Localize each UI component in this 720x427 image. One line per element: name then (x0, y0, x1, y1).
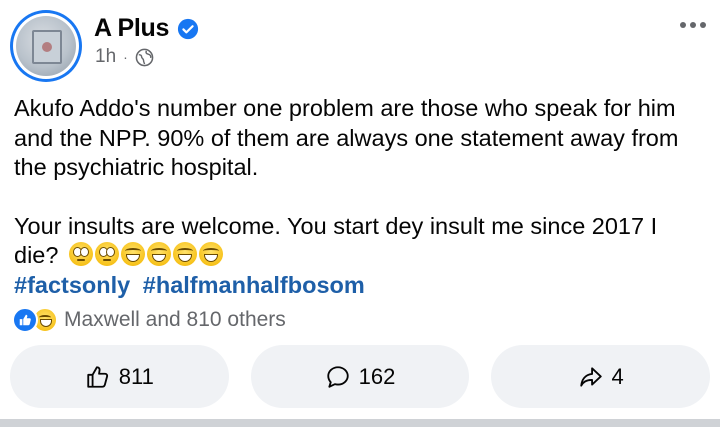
feed-divider (0, 419, 720, 427)
more-options-icon[interactable] (680, 22, 706, 28)
reactions-summary[interactable]: Maxwell and 810 others (12, 307, 286, 333)
emoji-row (68, 242, 223, 266)
post-meta: 1h · (95, 46, 154, 68)
comment-icon (326, 365, 349, 388)
globe-icon (135, 48, 154, 66)
grinning-squint-emoji-icon (172, 242, 197, 266)
post-line-with-emojis: die? (14, 241, 714, 271)
post-line: and the NPP. 90% of them are always one … (14, 124, 679, 151)
facebook-post: A Plus 1h · Akufo Addo's number one prob… (0, 0, 720, 427)
post-time[interactable]: 1h (95, 46, 116, 68)
like-reaction-icon (12, 307, 38, 333)
thumbs-up-icon (87, 365, 108, 388)
eye-roll-emoji-icon (94, 242, 119, 266)
post-line: Akufo Addo's number one problem are thos… (14, 95, 676, 121)
hashtag-link[interactable]: #halfmanhalfbosom (143, 272, 365, 298)
share-button[interactable]: 4 (491, 345, 711, 408)
share-icon (579, 366, 602, 387)
author-name[interactable]: A Plus (94, 14, 169, 43)
hashtags: #factsonly #halfmanhalfbosom (14, 271, 714, 301)
author-avatar[interactable] (10, 10, 82, 82)
post-line: the psychiatric hospital. (14, 154, 259, 180)
post-body: Akufo Addo's number one problem are thos… (14, 94, 714, 300)
meta-separator: · (123, 49, 128, 65)
like-count: 811 (118, 363, 154, 389)
hashtag-link[interactable]: #factsonly (14, 272, 130, 298)
reactions-text: Maxwell and 810 others (64, 308, 286, 331)
comment-button[interactable]: 162 (250, 345, 470, 408)
share-count: 4 (611, 363, 624, 389)
grinning-squint-emoji-icon (198, 242, 223, 266)
action-bar: 811 162 4 (10, 345, 711, 408)
post-line: Your insults are welcome. You start dey … (14, 212, 658, 239)
author-row: A Plus (94, 14, 199, 43)
comment-count: 162 (358, 363, 396, 389)
like-button[interactable]: 811 (10, 345, 229, 408)
verified-badge-icon (177, 18, 199, 39)
grinning-squint-emoji-icon (146, 242, 171, 266)
grinning-squint-emoji-icon (120, 242, 145, 266)
post-line: die? (14, 242, 59, 268)
eye-roll-emoji-icon (68, 242, 93, 266)
